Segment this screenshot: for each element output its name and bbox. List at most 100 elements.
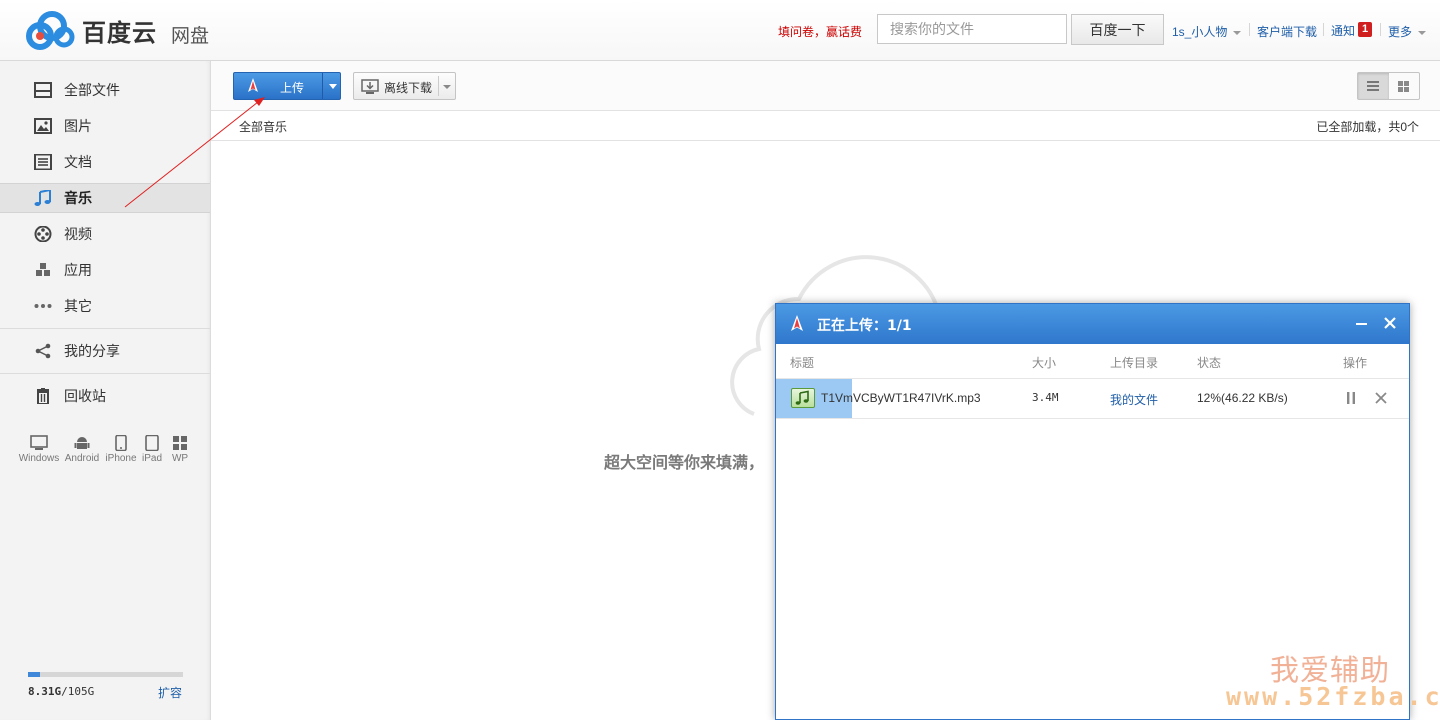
expand-storage-link[interactable]: 扩容 bbox=[158, 684, 182, 701]
list-view-button[interactable] bbox=[1358, 73, 1389, 99]
upload-file-name: T1VmVCByWT1R47IVrK.mp3 bbox=[821, 391, 981, 405]
storage-quota-fill bbox=[28, 672, 41, 677]
minimize-icon[interactable] bbox=[1356, 323, 1367, 325]
sidebar-item-label: 文档 bbox=[64, 154, 92, 170]
baidu-cloud-logo-icon bbox=[26, 11, 75, 50]
iphone-icon bbox=[115, 435, 127, 451]
empty-state-message: 超大空间等你来填满， bbox=[604, 453, 765, 472]
device-label: iPad bbox=[141, 453, 162, 464]
user-menu[interactable]: 1s_小人物 bbox=[1172, 23, 1242, 40]
music-file-icon bbox=[791, 388, 815, 408]
column-header-dir: 上传目录 bbox=[1110, 356, 1159, 370]
device-windows-link[interactable]: Windows bbox=[18, 435, 60, 464]
cancel-icon[interactable] bbox=[1374, 391, 1388, 405]
offline-download-button[interactable]: 离线下载 bbox=[353, 72, 456, 100]
column-header-action: 操作 bbox=[1343, 356, 1368, 370]
music-note-icon bbox=[795, 390, 809, 405]
upload-file-size: 3.4M bbox=[1032, 391, 1059, 404]
username: 1s_小人物 bbox=[1172, 25, 1228, 39]
sidebar-item-label: 音乐 bbox=[64, 190, 92, 206]
upload-file-row[interactable]: T1VmVCByWT1R47IVrK.mp3 3.4M 我的文件 12%(46.… bbox=[776, 379, 1409, 419]
all-files-icon bbox=[34, 82, 52, 98]
upload-status-text: 12%(46.22 KB/s) bbox=[1197, 391, 1288, 405]
sidebar-item-videos[interactable]: 视频 bbox=[0, 219, 210, 249]
upload-button[interactable]: 上传 bbox=[233, 72, 341, 100]
device-label: WP bbox=[171, 453, 189, 464]
list-view-icon bbox=[1367, 81, 1380, 91]
rocket-upload-icon bbox=[248, 78, 258, 92]
survey-link[interactable]: 填问卷，赢话费 bbox=[778, 23, 862, 40]
upload-button-label: 上传 bbox=[280, 81, 305, 95]
chevron-down-icon bbox=[1418, 30, 1427, 35]
dialog-title-bar[interactable]: 正在上传：1/1 bbox=[776, 304, 1409, 344]
column-header-size: 大小 bbox=[1032, 356, 1057, 370]
upload-target-dir-link[interactable]: 我的文件 bbox=[1110, 391, 1158, 408]
windows-phone-icon bbox=[173, 436, 187, 450]
product-name: 网盘 bbox=[171, 25, 210, 47]
sidebar-item-label: 视频 bbox=[64, 226, 92, 242]
header-divider bbox=[1380, 23, 1381, 36]
offline-download-label: 离线下载 bbox=[384, 81, 433, 95]
sidebar-item-my-share[interactable]: 我的分享 bbox=[0, 336, 210, 366]
sidebar-item-label: 图片 bbox=[64, 118, 92, 134]
search-button[interactable]: 百度一下 bbox=[1071, 14, 1164, 45]
sidebar-item-recycle-bin[interactable]: 回收站 bbox=[0, 381, 210, 411]
notification-label: 通知 bbox=[1331, 24, 1356, 38]
search-input[interactable] bbox=[877, 14, 1067, 44]
sidebar: 全部文件 图片 文档 音乐 视频 应用 其它 我的分享 回收站 Windows bbox=[0, 61, 211, 720]
notification-badge: 1 bbox=[1358, 22, 1373, 37]
column-header-status: 状态 bbox=[1197, 356, 1222, 370]
sidebar-divider bbox=[0, 373, 210, 374]
breadcrumb: 全部音乐 bbox=[239, 120, 288, 134]
music-icon bbox=[34, 190, 51, 206]
storage-quota-text: 8.31G/105G bbox=[28, 685, 94, 698]
video-icon bbox=[34, 226, 52, 242]
device-android-link[interactable]: Android bbox=[62, 435, 102, 464]
sidebar-item-music[interactable]: 音乐 bbox=[0, 183, 210, 213]
upload-progress-dialog: 正在上传：1/1 标题 大小 上传目录 状态 操作 T1VmVCByWT1R47… bbox=[775, 303, 1410, 720]
sidebar-item-documents[interactable]: 文档 bbox=[0, 147, 210, 177]
document-icon bbox=[34, 154, 52, 170]
list-divider bbox=[211, 140, 1440, 141]
chevron-down-icon[interactable] bbox=[443, 85, 451, 89]
notification-link[interactable]: 通知 1 bbox=[1331, 22, 1373, 39]
header-divider bbox=[1249, 23, 1250, 36]
picture-icon bbox=[34, 118, 52, 134]
grid-view-button[interactable] bbox=[1389, 73, 1420, 99]
sidebar-item-label: 回收站 bbox=[64, 388, 106, 404]
trash-icon bbox=[37, 388, 49, 404]
more-menu[interactable]: 更多 bbox=[1388, 23, 1427, 40]
monitor-icon bbox=[30, 435, 48, 450]
sidebar-item-other[interactable]: 其它 bbox=[0, 291, 210, 321]
device-iphone-link[interactable]: iPhone bbox=[104, 435, 138, 464]
more-dots-icon bbox=[34, 304, 52, 308]
offline-split-divider bbox=[438, 76, 439, 96]
chevron-down-icon bbox=[1233, 30, 1242, 35]
android-icon bbox=[74, 437, 90, 449]
offline-download-icon bbox=[361, 79, 379, 94]
pause-icon[interactable] bbox=[1344, 391, 1358, 405]
sidebar-item-label: 应用 bbox=[64, 262, 92, 278]
app-icon bbox=[36, 263, 50, 276]
sidebar-divider bbox=[0, 328, 210, 329]
client-download-link[interactable]: 客户端下载 bbox=[1257, 23, 1317, 40]
device-wp-link[interactable]: WP bbox=[168, 435, 192, 464]
quota-total: /105G bbox=[61, 685, 95, 698]
upload-split-divider bbox=[322, 73, 323, 99]
close-icon[interactable] bbox=[1382, 315, 1398, 331]
more-label: 更多 bbox=[1388, 25, 1413, 39]
sidebar-item-all-files[interactable]: 全部文件 bbox=[0, 75, 210, 105]
sidebar-item-label: 其它 bbox=[64, 298, 92, 314]
header-divider bbox=[1323, 23, 1324, 36]
device-label: Windows bbox=[18, 453, 60, 464]
sidebar-item-label: 全部文件 bbox=[64, 82, 120, 98]
brand-name: 百度云 bbox=[82, 18, 157, 47]
baidu-cloud-logo[interactable]: 百度云 网盘 bbox=[24, 10, 209, 50]
device-ipad-link[interactable]: iPad bbox=[140, 435, 164, 464]
toolbar: 上传 离线下载 bbox=[211, 61, 1440, 111]
sidebar-item-apps[interactable]: 应用 bbox=[0, 255, 210, 285]
chevron-down-icon[interactable] bbox=[329, 84, 337, 89]
quota-used: 8.31G bbox=[28, 685, 62, 698]
view-mode-switch bbox=[1357, 72, 1420, 100]
sidebar-item-pictures[interactable]: 图片 bbox=[0, 111, 210, 141]
